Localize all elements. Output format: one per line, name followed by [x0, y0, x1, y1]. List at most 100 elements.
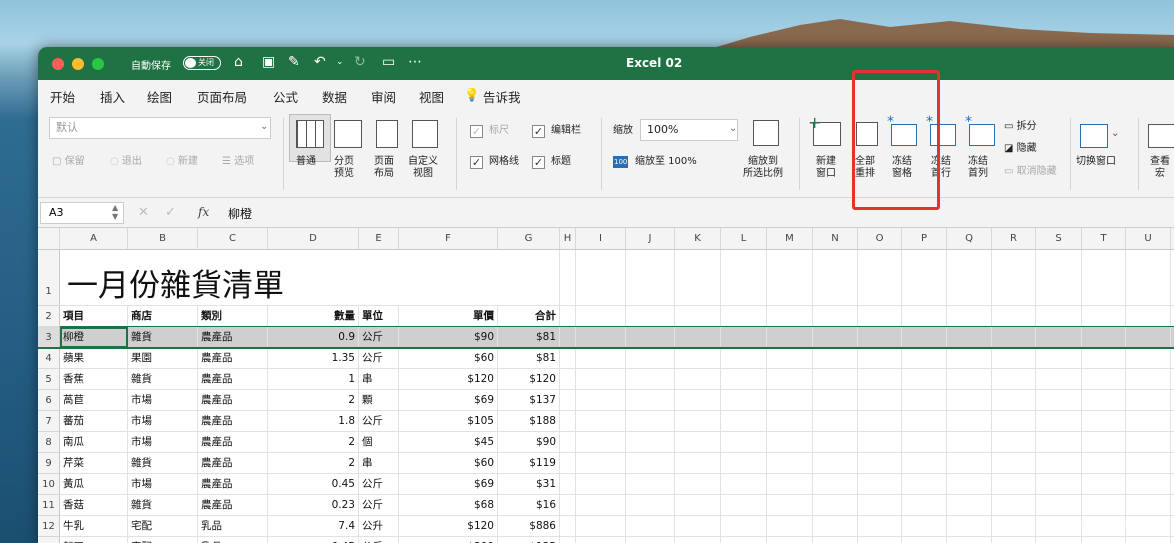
save-icon[interactable]: ▣ — [262, 53, 275, 71]
data-cell[interactable]: $69 — [399, 474, 498, 495]
data-cell[interactable]: 宅配 — [128, 516, 198, 537]
row-header[interactable]: 1 — [38, 250, 60, 306]
macros-icon[interactable] — [1148, 124, 1174, 148]
grid-cell[interactable] — [858, 516, 902, 537]
data-cell[interactable]: 串 — [359, 453, 399, 474]
column-header[interactable]: A — [60, 228, 128, 250]
grid-cell[interactable] — [1036, 495, 1082, 516]
grid-cell[interactable] — [767, 327, 813, 348]
formula-bar-checkbox[interactable]: ✓ — [532, 125, 545, 138]
grid-cell[interactable] — [576, 390, 626, 411]
column-header[interactable]: C — [198, 228, 268, 250]
grid-cell[interactable] — [767, 516, 813, 537]
grid-cell[interactable] — [721, 537, 767, 543]
data-cell[interactable]: 顆 — [359, 390, 399, 411]
grid-cell[interactable] — [560, 453, 576, 474]
row-header[interactable]: 11 — [38, 495, 60, 516]
row-header[interactable]: 10 — [38, 474, 60, 495]
tab-formulas[interactable]: 公式 — [273, 87, 298, 106]
grid-cell[interactable] — [560, 432, 576, 453]
redo-icon[interactable]: ↻ — [354, 53, 366, 71]
grid-cell[interactable] — [721, 432, 767, 453]
data-cell[interactable]: 芹菜 — [60, 453, 128, 474]
grid-cell[interactable] — [1082, 369, 1126, 390]
column-header[interactable]: J — [626, 228, 675, 250]
data-cell[interactable]: 農產品 — [198, 348, 268, 369]
freeze-first-col-icon[interactable] — [969, 124, 995, 146]
exit-button[interactable]: ◌ 退出 — [110, 156, 142, 168]
grid-cell[interactable] — [626, 306, 675, 327]
grid-cell[interactable] — [1126, 432, 1171, 453]
grid-cell[interactable] — [902, 369, 947, 390]
grid-cell[interactable] — [902, 474, 947, 495]
column-header[interactable]: P — [902, 228, 947, 250]
grid-cell[interactable] — [858, 390, 902, 411]
grid-cell[interactable] — [813, 516, 858, 537]
grid-cell[interactable] — [1126, 390, 1171, 411]
data-cell[interactable]: 果園 — [128, 348, 198, 369]
row-header[interactable]: 6 — [38, 390, 60, 411]
data-cell[interactable]: $135 — [498, 537, 560, 543]
grid-cell[interactable] — [1036, 537, 1082, 543]
grid-cell[interactable] — [1082, 250, 1126, 306]
grid-cell[interactable] — [560, 411, 576, 432]
data-cell[interactable]: 萵苣 — [60, 390, 128, 411]
data-cell[interactable]: 個 — [359, 432, 399, 453]
grid-cell[interactable] — [1126, 250, 1171, 306]
grid-cell[interactable] — [1126, 411, 1171, 432]
home-icon[interactable]: ⌂ — [234, 53, 243, 71]
data-cell[interactable]: 農產品 — [198, 474, 268, 495]
column-header[interactable]: O — [858, 228, 902, 250]
grid-cell[interactable] — [858, 453, 902, 474]
grid-cell[interactable] — [767, 390, 813, 411]
grid-cell[interactable] — [767, 348, 813, 369]
grid-cell[interactable] — [947, 348, 992, 369]
grid-cell[interactable] — [858, 327, 902, 348]
data-cell[interactable]: $31 — [498, 474, 560, 495]
grid-cell[interactable] — [858, 348, 902, 369]
data-cell[interactable]: 公升 — [359, 516, 399, 537]
grid-cell[interactable] — [947, 453, 992, 474]
column-header[interactable]: M — [767, 228, 813, 250]
grid-cell[interactable] — [813, 432, 858, 453]
grid-cell[interactable] — [399, 250, 498, 306]
tab-page-layout[interactable]: 页面布局 — [197, 87, 247, 106]
grid-cell[interactable] — [576, 369, 626, 390]
grid-cell[interactable] — [675, 537, 721, 543]
row-header[interactable]: 7 — [38, 411, 60, 432]
grid-cell[interactable] — [858, 369, 902, 390]
grid-cell[interactable] — [902, 390, 947, 411]
grid-cell[interactable] — [1082, 432, 1126, 453]
tab-view[interactable]: 视图 — [419, 87, 445, 112]
grid-cell[interactable] — [902, 537, 947, 543]
data-cell[interactable]: 農產品 — [198, 453, 268, 474]
sheet-view-select[interactable]: 默认 — [49, 117, 271, 139]
grid-cell[interactable] — [560, 306, 576, 327]
column-header[interactable]: L — [721, 228, 767, 250]
grid-cell[interactable] — [1082, 306, 1126, 327]
grid-cell[interactable] — [858, 537, 902, 543]
grid-cell[interactable] — [1126, 453, 1171, 474]
grid-cell[interactable] — [721, 495, 767, 516]
data-cell[interactable]: 蘋果 — [60, 348, 128, 369]
grid-cell[interactable] — [675, 432, 721, 453]
ruler-checkbox[interactable]: ✓ — [470, 125, 483, 138]
grid-cell[interactable] — [902, 432, 947, 453]
grid-cell[interactable] — [1036, 432, 1082, 453]
gridlines-checkbox[interactable]: ✓ — [470, 156, 483, 169]
grid-cell[interactable] — [675, 348, 721, 369]
grid-cell[interactable] — [576, 306, 626, 327]
undo-dropdown-icon[interactable]: ⌄ — [336, 53, 344, 71]
grid-cell[interactable] — [560, 516, 576, 537]
grid-cell[interactable] — [560, 327, 576, 348]
column-heading[interactable]: 數量 — [268, 306, 359, 327]
data-cell[interactable]: 農產品 — [198, 327, 268, 348]
data-cell[interactable]: 黃瓜 — [60, 474, 128, 495]
grid-cell[interactable] — [498, 250, 560, 306]
grid-cell[interactable] — [767, 453, 813, 474]
data-cell[interactable]: 0.23 — [268, 495, 359, 516]
data-cell[interactable]: $105 — [399, 411, 498, 432]
data-cell[interactable]: $69 — [399, 390, 498, 411]
tab-insert[interactable]: 插入 — [100, 87, 125, 106]
tab-data[interactable]: 数据 — [322, 87, 347, 106]
